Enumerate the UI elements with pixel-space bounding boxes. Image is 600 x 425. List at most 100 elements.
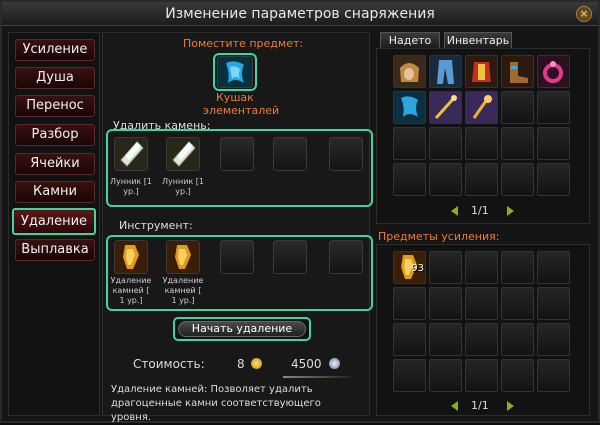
nav-razbor[interactable]: Разбор xyxy=(15,124,95,146)
inv-slot[interactable] xyxy=(465,55,498,88)
boost-slot[interactable]: 93 xyxy=(393,251,426,284)
tool-slot-4[interactable] xyxy=(273,240,307,274)
nav-udalenie[interactable]: Удаление xyxy=(12,208,96,235)
tool-1-name: Удаление камней [ 1 ур.] xyxy=(107,276,155,306)
inv-slot[interactable] xyxy=(429,55,462,88)
item-name-line2: элементалей xyxy=(203,104,280,117)
inv-slot[interactable] xyxy=(393,163,426,196)
armor-icon xyxy=(466,56,497,87)
inv-slot[interactable] xyxy=(465,127,498,160)
inv-slot[interactable] xyxy=(537,127,570,160)
inv-slot[interactable] xyxy=(465,91,498,124)
nav-dusha[interactable]: Душа xyxy=(15,67,95,89)
inv-slot[interactable] xyxy=(537,55,570,88)
inv-slot[interactable] xyxy=(537,163,570,196)
place-item-label: Поместите предмет: xyxy=(183,37,304,50)
tab-equipped[interactable]: Надето xyxy=(380,32,440,48)
prev-page-icon[interactable] xyxy=(451,206,458,216)
inv-slot[interactable] xyxy=(393,55,426,88)
inv-slot[interactable] xyxy=(393,91,426,124)
stone-removal-tool-icon xyxy=(115,241,147,273)
inv-slot[interactable] xyxy=(537,91,570,124)
wand-icon xyxy=(430,92,461,123)
boost-slot[interactable] xyxy=(537,323,570,356)
boost-slot[interactable] xyxy=(537,359,570,392)
boost-slot[interactable] xyxy=(537,287,570,320)
boost-slot[interactable] xyxy=(537,251,570,284)
tool-1-name-line2: камней [ xyxy=(112,286,150,295)
inv-slot[interactable] xyxy=(501,91,534,124)
boost-slot[interactable] xyxy=(465,323,498,356)
next-page-icon[interactable] xyxy=(507,206,514,216)
boost-slot[interactable] xyxy=(501,251,534,284)
stone-2-name: Лунник [1 ур.] xyxy=(159,177,207,197)
inv-slot[interactable] xyxy=(501,163,534,196)
boost-grid: 93 1/1 xyxy=(376,244,590,416)
tool-1-name-line3: 1 ур.] xyxy=(119,296,143,305)
stone-slot-3[interactable] xyxy=(220,137,254,171)
nav-perenos[interactable]: Перенос xyxy=(15,95,95,117)
equipment-grid: 1/1 xyxy=(376,48,590,224)
inv-slot[interactable] xyxy=(393,127,426,160)
item-slot[interactable] xyxy=(217,56,253,88)
tool-slot-3[interactable] xyxy=(220,240,254,274)
boost-slot[interactable] xyxy=(429,323,462,356)
stone-removal-tool-icon xyxy=(167,241,199,273)
stone-slot-5[interactable] xyxy=(329,137,363,171)
boost-slot[interactable] xyxy=(429,251,462,284)
inv-slot[interactable] xyxy=(429,163,462,196)
inv-slot[interactable] xyxy=(429,127,462,160)
inv-slot[interactable] xyxy=(465,163,498,196)
stone-1-name-line2: ур.] xyxy=(123,187,139,196)
next-page-icon[interactable] xyxy=(507,401,514,411)
nav-kamni[interactable]: Камни xyxy=(15,181,95,203)
tool-slot-1[interactable] xyxy=(114,240,148,274)
boots-icon xyxy=(502,56,533,87)
page-indicator-bottom: 1/1 xyxy=(471,399,489,412)
boost-slot[interactable] xyxy=(465,287,498,320)
tool-2-name-line3: 1 ур.] xyxy=(171,296,195,305)
left-nav: Усиление Душа Перенос Разбор Ячейки Камн… xyxy=(8,32,100,416)
nav-yacheyki[interactable]: Ячейки xyxy=(15,153,95,175)
close-icon[interactable]: × xyxy=(576,6,592,22)
inv-slot[interactable] xyxy=(501,127,534,160)
boost-items-label: Предметы усиления: xyxy=(378,230,500,243)
boost-slot[interactable] xyxy=(393,359,426,392)
helmet-icon xyxy=(394,56,425,87)
tool-2-name-line1: Удаление xyxy=(162,276,204,285)
start-removal-button[interactable]: Начать удаление xyxy=(178,321,306,337)
boost-slot[interactable] xyxy=(429,359,462,392)
tool-slot-5[interactable] xyxy=(329,240,363,274)
boost-slot[interactable] xyxy=(501,359,534,392)
stone-slot-1[interactable] xyxy=(114,137,148,171)
boost-slot[interactable] xyxy=(501,287,534,320)
moonstone-icon xyxy=(167,138,199,170)
item-name-line1: Кушак xyxy=(216,91,254,104)
boost-slot[interactable] xyxy=(465,251,498,284)
divider xyxy=(283,376,351,378)
boost-slot[interactable] xyxy=(393,287,426,320)
tool-slot-2[interactable] xyxy=(166,240,200,274)
nav-vyplavka[interactable]: Выплавка xyxy=(15,239,95,261)
tool-2-name: Удаление камней [ 1 ур.] xyxy=(159,276,207,306)
tool-1-name-line1: Удаление xyxy=(110,276,152,285)
stone-slot-2[interactable] xyxy=(166,137,200,171)
cost-gold: 8 xyxy=(237,357,245,371)
boost-slot[interactable] xyxy=(429,287,462,320)
stone-1-name: Лунник [1 ур.] xyxy=(107,177,155,197)
boost-slot[interactable] xyxy=(465,359,498,392)
tool-label: Инструмент: xyxy=(119,219,193,232)
boost-slot[interactable] xyxy=(393,323,426,356)
stone-slot-4[interactable] xyxy=(273,137,307,171)
tab-inventory[interactable]: Инвентарь xyxy=(444,32,512,48)
boost-slot[interactable] xyxy=(501,323,534,356)
center-panel: Поместите предмет: Кушак элементалей Уда… xyxy=(102,32,373,423)
inv-slot[interactable] xyxy=(429,91,462,124)
nav-usilenie[interactable]: Усиление xyxy=(15,39,95,61)
moonstone-icon xyxy=(115,138,147,170)
inv-slot[interactable] xyxy=(501,55,534,88)
right-panel: Надето Инвентарь 1/1 Предметы усиления: … xyxy=(374,32,590,416)
prev-page-icon[interactable] xyxy=(451,401,458,411)
stone-1-name-line1: Лунник [1 xyxy=(110,177,152,186)
stone-2-name-line1: Лунник [1 xyxy=(162,177,204,186)
